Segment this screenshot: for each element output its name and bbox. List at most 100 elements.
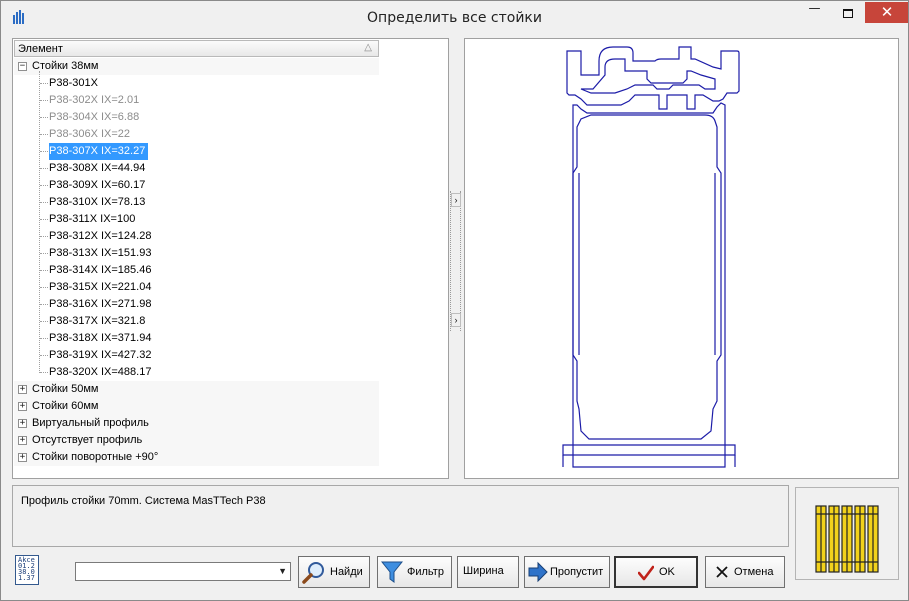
tree-item-label: P38-316X IX=271.98	[49, 298, 152, 310]
splitter-expand-button[interactable]: ›	[451, 313, 461, 327]
tree-item-label: P38-312X IX=124.28	[49, 230, 152, 242]
tree-item[interactable]: P38-311X IX=100	[14, 211, 379, 228]
tree-category[interactable]: − Стойки 38мм	[14, 58, 379, 75]
tree-item-label: P38-304X IX=6.88	[49, 111, 140, 123]
tree-item[interactable]: P38-308X IX=44.94	[14, 160, 379, 177]
tree-item[interactable]: P38-306X IX=22	[14, 126, 379, 143]
title-bar[interactable]: Определить все стойки — ✕	[1, 1, 908, 34]
tree-column-header[interactable]: Элемент △	[14, 40, 379, 57]
dropdown-arrow-icon[interactable]: ▼	[278, 563, 287, 580]
tree-connector	[39, 71, 40, 373]
tree-item-label: P38-313X IX=151.93	[49, 247, 152, 259]
properties-icon[interactable]: Akce 01.2 38.0 1.37	[15, 555, 39, 585]
tree-connector	[40, 270, 48, 271]
width-button[interactable]: Ширина	[457, 556, 519, 588]
maximize-icon	[842, 9, 853, 18]
profile-drawing	[562, 46, 740, 468]
tree-connector	[40, 372, 48, 373]
tree-item[interactable]: P38-318X IX=371.94	[14, 330, 379, 347]
tree-category[interactable]: + Стойки 60мм	[14, 398, 379, 415]
checkmark-icon	[638, 565, 654, 581]
expand-icon[interactable]: +	[18, 419, 27, 428]
tree-item-label: P38-320X IX=488.17	[49, 366, 152, 378]
tree-item-label: P38-318X IX=371.94	[49, 332, 152, 344]
tree-item-label: P38-306X IX=22	[49, 128, 131, 140]
tree-item-label: P38-311X IX=100	[49, 213, 136, 225]
chevron-right-icon: ›	[454, 315, 458, 325]
tree-category-label: Стойки 50мм	[32, 383, 99, 395]
close-button[interactable]: ✕	[865, 2, 908, 23]
profile-description: Профиль стойки 70mm. Система MasTTech P3…	[12, 485, 789, 547]
magnifier-icon	[302, 562, 324, 584]
tree-connector	[40, 185, 48, 186]
tree-item[interactable]: P38-317X IX=321.8	[14, 313, 379, 330]
tree-category-label: Стойки 60мм	[32, 400, 99, 412]
grill-preview	[795, 487, 899, 580]
element-tree[interactable]: Элемент △ − Стойки 38мм P38-301X P38-302X I…	[12, 38, 449, 479]
tree-item-label: P38-301X	[49, 77, 98, 89]
properties-line: 1.37	[18, 574, 35, 582]
chevron-right-icon: ›	[454, 195, 458, 205]
tree-item[interactable]: P38-301X	[14, 75, 379, 92]
tree-connector	[40, 304, 48, 305]
window-title: Определить все стойки	[367, 10, 542, 26]
tree-item-selected[interactable]: P38-307X IX=32.27	[14, 143, 379, 160]
find-button-label: Найди	[330, 566, 363, 578]
width-button-label: Ширина	[463, 565, 504, 577]
tree-item[interactable]: P38-312X IX=124.28	[14, 228, 379, 245]
filter-button-label: Фильтр	[407, 566, 444, 578]
tree-item[interactable]: P38-319X IX=427.32	[14, 347, 379, 364]
skip-button-label: Пропустит	[550, 566, 604, 578]
tree-category[interactable]: + Стойки 50мм	[14, 381, 379, 398]
filter-button[interactable]: Фильтр	[377, 556, 452, 588]
tree-category-label: Виртуальный профиль	[32, 417, 149, 429]
panel-splitter[interactable]	[450, 191, 461, 331]
tree-item[interactable]: P38-320X IX=488.17	[14, 364, 379, 381]
splitter-collapse-button[interactable]: ›	[451, 193, 461, 207]
expand-icon[interactable]: +	[18, 453, 27, 462]
ok-button[interactable]: OK	[614, 556, 698, 588]
tree-item[interactable]: P38-315X IX=221.04	[14, 279, 379, 296]
expand-icon[interactable]: +	[18, 385, 27, 394]
maximize-button[interactable]	[831, 2, 864, 23]
tree-item-label: P38-317X IX=321.8	[49, 315, 146, 327]
tree-item-label: P38-310X IX=78.13	[49, 196, 146, 208]
cancel-button-label: Отмена	[734, 566, 774, 578]
tree-connector	[40, 117, 48, 118]
expand-icon[interactable]: +	[18, 436, 27, 445]
tree-connector	[40, 355, 48, 356]
tree-item[interactable]: P38-302X IX=2.01	[14, 92, 379, 109]
tree-category[interactable]: + Виртуальный профиль	[14, 415, 379, 432]
minimize-button[interactable]: —	[798, 2, 831, 23]
tree-connector	[40, 219, 48, 220]
skip-button[interactable]: Пропустит	[524, 556, 610, 588]
tree-item[interactable]: P38-304X IX=6.88	[14, 109, 379, 126]
tree-item[interactable]: P38-314X IX=185.46	[14, 262, 379, 279]
tree-category-label: Отсутствует профиль	[32, 434, 143, 446]
tree-item-label: P38-309X IX=60.17	[49, 179, 146, 191]
close-icon: ✕	[880, 3, 894, 21]
minimize-icon: —	[808, 1, 821, 15]
tree-item-label: P38-314X IX=185.46	[49, 264, 152, 276]
profile-preview	[464, 38, 899, 479]
tree-connector	[40, 202, 48, 203]
filter-combobox[interactable]: ▼	[75, 562, 291, 581]
profile-outline	[562, 46, 740, 468]
tree-category[interactable]: + Отсутствует профиль	[14, 432, 379, 449]
tree-category[interactable]: + Стойки поворотные +90°	[14, 449, 379, 466]
tree-item[interactable]: P38-316X IX=271.98	[14, 296, 379, 313]
collapse-icon[interactable]: −	[18, 62, 27, 71]
tree-connector	[40, 253, 48, 254]
tree-connector	[40, 83, 48, 84]
tree-item[interactable]: P38-313X IX=151.93	[14, 245, 379, 262]
find-button[interactable]: Найди	[298, 556, 370, 588]
tree-category-label: Стойки 38мм	[32, 60, 99, 72]
tree-connector	[40, 151, 48, 152]
expand-icon[interactable]: +	[18, 402, 27, 411]
tree-connector	[40, 338, 48, 339]
tree-item[interactable]: P38-310X IX=78.13	[14, 194, 379, 211]
tree-item-label: P38-315X IX=221.04	[49, 281, 152, 293]
tree-item-label: P38-307X IX=32.27	[49, 143, 149, 160]
cancel-button[interactable]: Отмена	[705, 556, 785, 588]
tree-item[interactable]: P38-309X IX=60.17	[14, 177, 379, 194]
